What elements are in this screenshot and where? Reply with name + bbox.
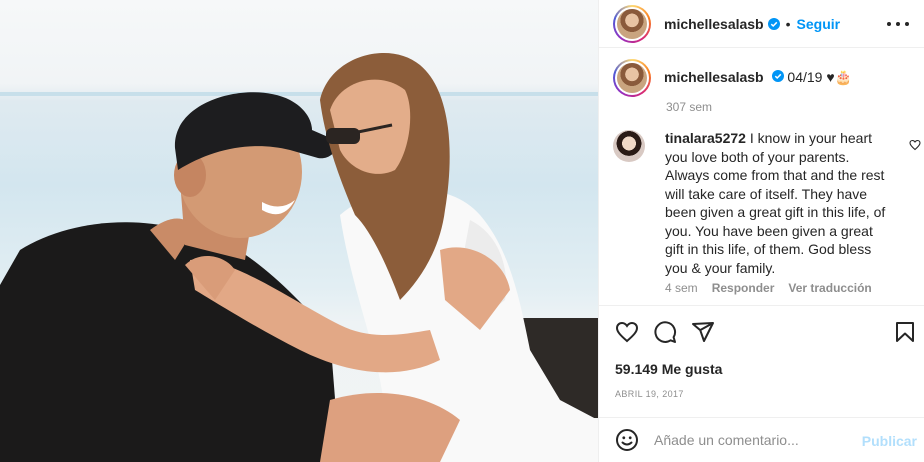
commenter-avatar[interactable] bbox=[613, 130, 645, 162]
share-paper-plane-icon[interactable] bbox=[691, 320, 715, 344]
verified-badge-icon bbox=[767, 17, 780, 30]
author-avatar[interactable] bbox=[613, 4, 651, 43]
post-header: michellesalasb • Seguir bbox=[599, 0, 924, 48]
likes-count[interactable]: 59.149 Me gusta bbox=[615, 361, 722, 377]
caption-time[interactable]: 307 sem bbox=[666, 100, 712, 114]
comment-item: tinalara5272 I know in your heart you lo… bbox=[613, 129, 921, 295]
follow-button[interactable]: Seguir bbox=[797, 16, 841, 32]
post-date[interactable]: ABRIL 19, 2017 bbox=[615, 389, 684, 399]
add-comment-bar: Publicar bbox=[599, 417, 924, 462]
caption-username[interactable]: michellesalasb bbox=[664, 69, 764, 85]
post-caption: michellesalasb 04/19 ♥🎂 307 sem bbox=[613, 59, 913, 114]
comment-time[interactable]: 4 sem bbox=[665, 281, 698, 295]
caption-author-avatar-image bbox=[617, 63, 647, 93]
comment-meta: 4 sem Responder Ver traducción bbox=[665, 281, 872, 295]
comment-bubble-icon[interactable] bbox=[653, 320, 677, 344]
save-bookmark-icon[interactable] bbox=[893, 320, 917, 344]
post-photo-illustration bbox=[0, 52, 598, 462]
comment-like-heart-icon[interactable] bbox=[909, 139, 921, 151]
verified-badge-icon bbox=[771, 70, 784, 82]
author-username[interactable]: michellesalasb bbox=[664, 16, 764, 32]
comment-text: I know in your heart you love both of yo… bbox=[665, 130, 886, 276]
emoji-smiley-icon[interactable] bbox=[615, 428, 639, 452]
caption-text: 04/19 ♥🎂 bbox=[787, 69, 853, 85]
action-icons bbox=[615, 320, 715, 344]
commenter-username[interactable]: tinalara5272 bbox=[665, 130, 746, 146]
comments-section: michellesalasb 04/19 ♥🎂 307 sem tinalara… bbox=[599, 49, 924, 305]
like-heart-icon[interactable] bbox=[615, 320, 639, 344]
author-avatar-border bbox=[615, 6, 649, 41]
header-separator: • bbox=[785, 15, 791, 32]
comment-body: tinalara5272 I know in your heart you lo… bbox=[665, 129, 890, 277]
caption-author-avatar-border bbox=[615, 61, 649, 95]
caption-text-block: michellesalasb 04/19 ♥🎂 bbox=[664, 59, 852, 97]
comment-input[interactable] bbox=[654, 432, 834, 448]
reply-button[interactable]: Responder bbox=[712, 281, 775, 295]
post-side-panel: michellesalasb • Seguir michellesalasb 0… bbox=[598, 0, 924, 462]
author-avatar-image bbox=[617, 8, 647, 39]
more-options-icon[interactable] bbox=[887, 14, 909, 34]
publish-button[interactable]: Publicar bbox=[862, 433, 917, 449]
caption-author-avatar[interactable] bbox=[613, 59, 651, 97]
post-actions: 59.149 Me gusta ABRIL 19, 2017 bbox=[599, 305, 924, 417]
post-photo[interactable] bbox=[0, 0, 598, 462]
see-translation-button[interactable]: Ver traducción bbox=[788, 281, 871, 295]
